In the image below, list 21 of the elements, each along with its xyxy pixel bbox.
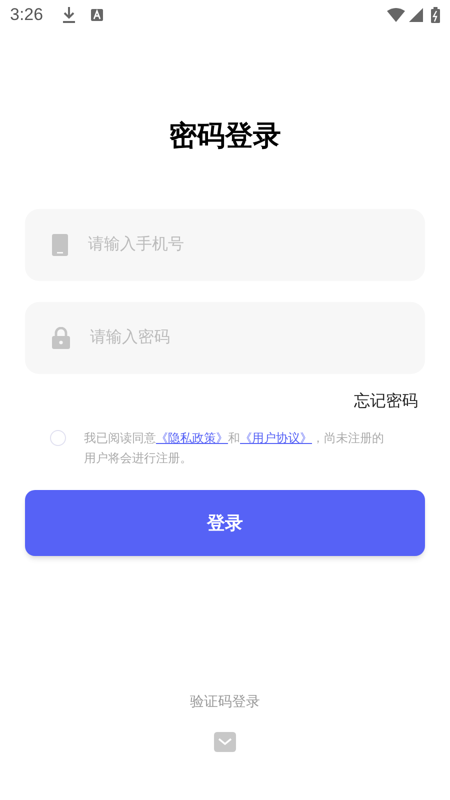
message-icon[interactable]: [214, 732, 236, 752]
user-agreement-link[interactable]: 《用户协议》: [240, 431, 312, 445]
signal-icon: [409, 8, 423, 22]
page-title: 密码登录: [169, 119, 281, 153]
app-notification-icon: [91, 9, 104, 21]
password-input[interactable]: 请输入密码: [90, 326, 425, 350]
agreement-text: 我已阅读同意《隐私政策》和《用户协议》，尚未注册的用户将会进行注册。: [84, 430, 385, 467]
phone-input[interactable]: 请输入手机号: [88, 233, 425, 257]
agreement-checkbox[interactable]: [50, 430, 66, 446]
wifi-icon: [387, 8, 405, 22]
status-time: 3:26: [10, 4, 44, 26]
privacy-policy-link[interactable]: 《隐私政策》: [156, 431, 228, 445]
phone-icon: [52, 234, 68, 256]
login-button[interactable]: 登录: [25, 490, 425, 556]
battery-icon: [431, 7, 440, 23]
forgot-password-link[interactable]: 忘记密码: [354, 390, 418, 414]
download-icon: [63, 7, 76, 23]
password-field[interactable]: 请输入密码: [25, 302, 425, 374]
phone-field[interactable]: 请输入手机号: [25, 209, 425, 281]
sms-login-link[interactable]: 验证码登录: [190, 691, 260, 712]
lock-icon: [52, 327, 70, 349]
